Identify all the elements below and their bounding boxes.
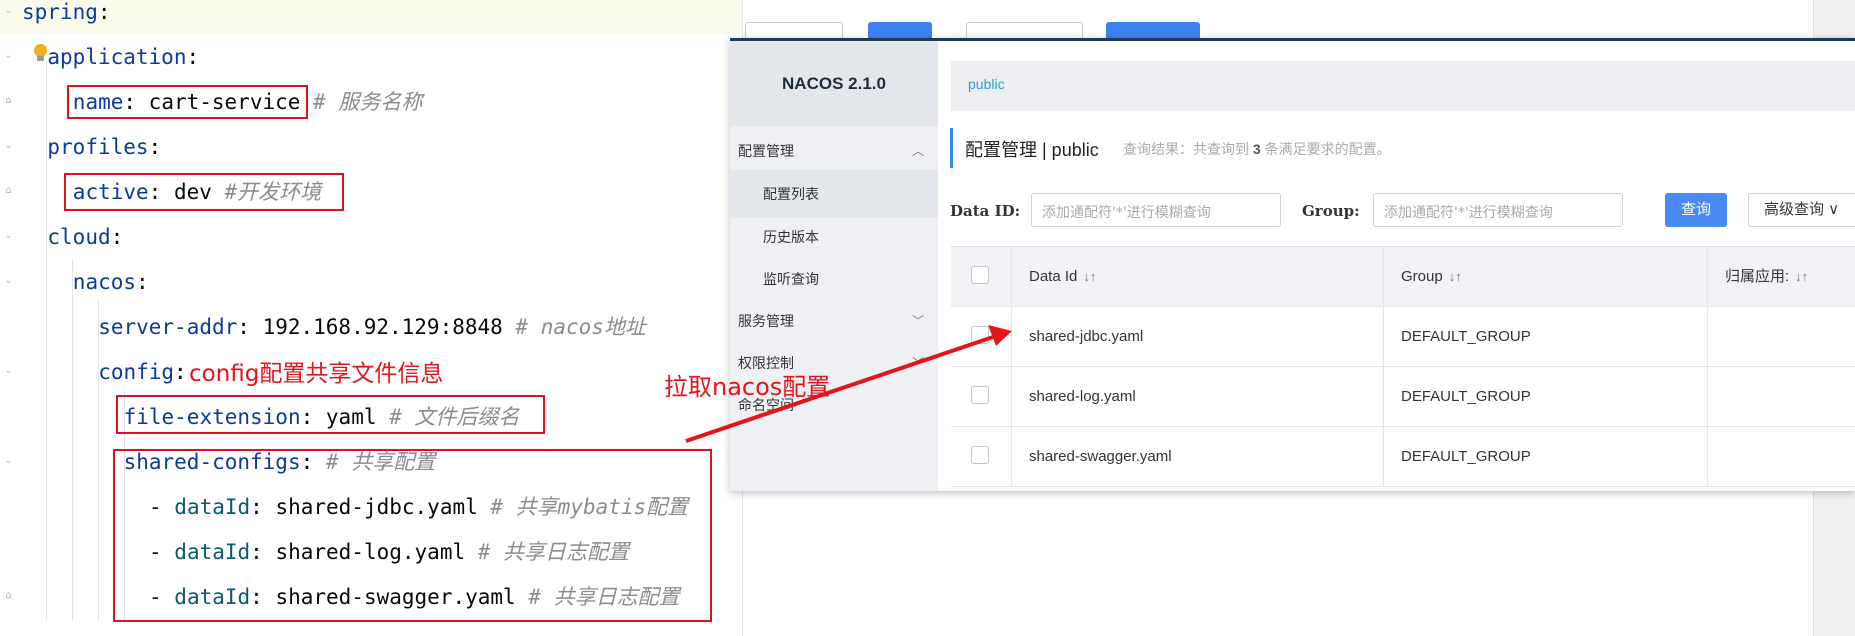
arrow-line <box>685 334 997 443</box>
annotation-arrow <box>685 325 1012 443</box>
